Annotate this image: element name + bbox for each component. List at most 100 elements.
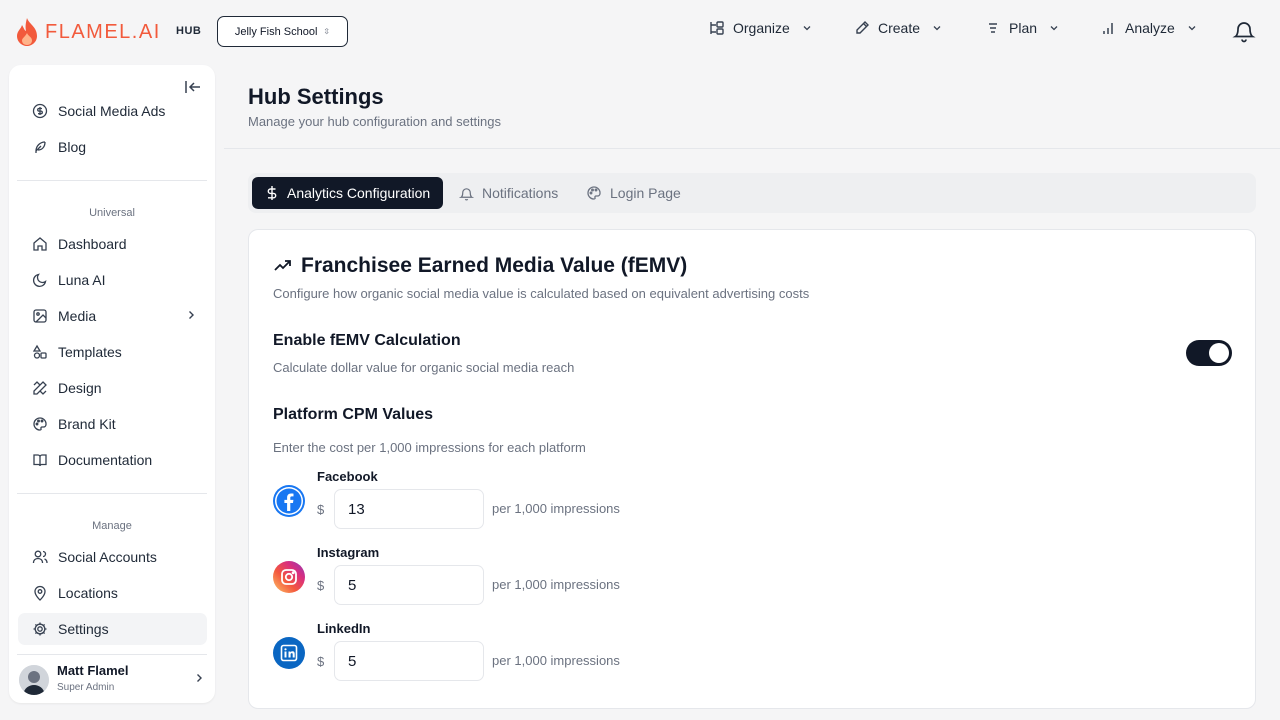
nav-create[interactable]: Create (854, 20, 942, 36)
header-divider (224, 148, 1280, 149)
pencil-ruler-icon (33, 381, 47, 395)
instagram-icon (273, 561, 305, 593)
chevron-down-icon (1050, 26, 1058, 31)
settings-tabs: Analytics Configuration Notifications Lo… (248, 173, 1256, 213)
currency-symbol: $ (317, 654, 325, 669)
platform-row-facebook: Facebook $ per 1,000 impressions (273, 469, 773, 539)
sidebar-divider (17, 180, 207, 181)
bell-icon (459, 187, 474, 200)
chevron-right-icon (197, 674, 202, 682)
page-subtitle: Manage your hub configuration and settin… (248, 114, 501, 129)
image-icon (33, 309, 47, 323)
flame-logo-icon (17, 18, 37, 46)
user-profile[interactable]: Matt Flamel Super Admin (19, 662, 209, 698)
facebook-icon (273, 485, 305, 517)
sidebar: Social Media Ads Blog Universal Dashboar… (9, 65, 215, 703)
cpm-subtitle: Enter the cost per 1,000 impressions for… (273, 440, 586, 455)
collapse-sidebar-icon[interactable] (184, 79, 202, 95)
sidebar-item-social-accounts[interactable]: Social Accounts (18, 541, 207, 573)
sidebar-item-label: Design (58, 380, 102, 396)
sidebar-divider (17, 493, 207, 494)
sidebar-item-templates[interactable]: Templates (18, 336, 207, 368)
tab-label: Notifications (482, 185, 559, 201)
top-bar: FLAMEL.AI HUB Jelly Fish School ⇳ Organi… (0, 0, 1280, 64)
home-icon (33, 237, 47, 251)
platform-row-instagram: Instagram $ per 1,000 impressions (273, 545, 773, 615)
hub-tag: HUB (176, 25, 202, 37)
enable-femv-subtitle: Calculate dollar value for organic socia… (273, 360, 575, 375)
card-subtitle: Configure how organic social media value… (273, 286, 810, 301)
logo-text: FLAMEL.AI (45, 20, 161, 43)
bar-chart-icon (1103, 23, 1113, 34)
enable-femv-toggle[interactable] (1186, 340, 1232, 366)
instagram-cpm-input[interactable] (334, 565, 484, 605)
tab-analytics-configuration[interactable]: Analytics Configuration (252, 177, 444, 209)
sidebar-item-label: Dashboard (58, 236, 127, 252)
school-selector-label: Jelly Fish School (234, 25, 318, 38)
dollar-circle-icon (32, 103, 48, 119)
facebook-cpm-input[interactable] (334, 489, 484, 529)
cpm-title: Platform CPM Values (273, 406, 434, 423)
tab-label: Analytics Configuration (287, 185, 431, 201)
currency-symbol: $ (317, 502, 325, 517)
users-icon (32, 550, 48, 564)
platform-name: Facebook (317, 469, 378, 484)
notifications-bell-icon[interactable] (1232, 19, 1256, 43)
platform-row-linkedin: LinkedIn $ per 1,000 impressions (273, 621, 773, 691)
linkedin-icon (273, 637, 305, 669)
card-title: Franchisee Earned Media Value (fEMV) (273, 254, 687, 278)
section-label-manage: Manage (92, 520, 132, 532)
sidebar-item-design[interactable]: Design (18, 372, 207, 404)
logo[interactable]: FLAMEL.AI (15, 17, 161, 47)
sidebar-item-media[interactable]: Media (18, 300, 207, 332)
nav-analyze[interactable]: Analyze (1101, 20, 1197, 36)
toggle-knob (1209, 343, 1229, 363)
cpm-unit-label: per 1,000 impressions (492, 501, 620, 516)
tab-login-page[interactable]: Login Page (573, 177, 694, 209)
sidebar-item-label: Luna AI (58, 272, 106, 288)
card-title-text: Franchisee Earned Media Value (fEMV) (301, 254, 688, 277)
sidebar-item-social-media-ads[interactable]: Social Media Ads (18, 95, 207, 127)
page-title: Hub Settings (248, 84, 384, 109)
nav-organize[interactable]: Organize (709, 20, 812, 36)
sidebar-item-dashboard[interactable]: Dashboard (18, 228, 207, 260)
organize-icon (710, 21, 724, 35)
platform-name: LinkedIn (317, 621, 371, 636)
nav-create-label: Create (878, 20, 921, 36)
gear-icon (33, 622, 47, 636)
cpm-unit-label: per 1,000 impressions (492, 577, 620, 592)
tab-notifications[interactable]: Notifications (446, 177, 571, 209)
nav-plan-label: Plan (1009, 20, 1038, 36)
school-selector[interactable]: Jelly Fish School ⇳ (217, 16, 348, 47)
nav-organize-label: Organize (733, 20, 790, 36)
avatar (19, 665, 49, 695)
plan-icon (989, 23, 997, 33)
sidebar-item-label: Blog (58, 139, 87, 155)
sidebar-item-blog[interactable]: Blog (18, 131, 207, 163)
moon-icon (32, 273, 47, 288)
sidebar-item-brand-kit[interactable]: Brand Kit (18, 408, 207, 440)
linkedin-cpm-input[interactable] (334, 641, 484, 681)
enable-femv-title: Enable fEMV Calculation (273, 332, 461, 349)
sidebar-item-label: Social Media Ads (58, 103, 166, 119)
sidebar-item-label: Templates (58, 344, 122, 360)
sidebar-item-locations[interactable]: Locations (18, 577, 207, 609)
sidebar-item-settings[interactable]: Settings (18, 613, 207, 645)
pen-icon (856, 21, 869, 34)
sidebar-item-label: Social Accounts (58, 549, 157, 565)
chevron-down-icon (933, 26, 941, 31)
chevron-down-icon (1188, 26, 1196, 31)
cpm-unit-label: per 1,000 impressions (492, 653, 620, 668)
chevron-right-icon (189, 311, 194, 319)
sidebar-item-luna-ai[interactable]: Luna AI (18, 264, 207, 296)
sidebar-item-documentation[interactable]: Documentation (18, 444, 207, 476)
femv-card: Franchisee Earned Media Value (fEMV) Con… (248, 229, 1256, 709)
sidebar-item-label: Settings (58, 621, 109, 637)
nav-plan[interactable]: Plan (985, 20, 1059, 36)
shapes-icon (32, 344, 47, 359)
feather-icon (35, 141, 46, 153)
sidebar-item-label: Media (58, 308, 97, 324)
section-label-universal: Universal (89, 207, 135, 219)
sidebar-item-label: Documentation (58, 452, 153, 468)
currency-symbol: $ (317, 578, 325, 593)
